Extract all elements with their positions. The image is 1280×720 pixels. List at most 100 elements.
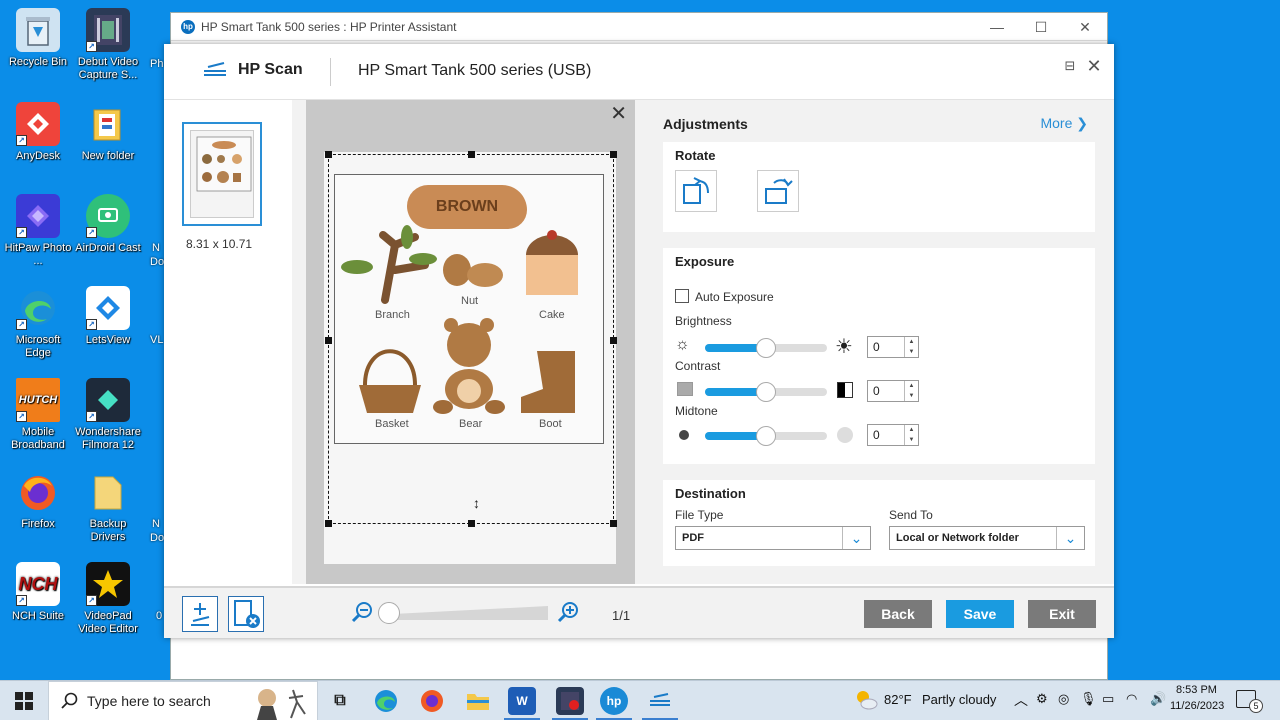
volume-icon[interactable]: 🔊: [1150, 691, 1166, 707]
desktop-icon-letsview[interactable]: ↗ LetsView: [72, 286, 144, 347]
task-view-icon[interactable]: ⧉: [326, 687, 354, 715]
spin-arrows-icon[interactable]: ▲ ▼: [904, 337, 918, 357]
close-preview-icon[interactable]: ✕: [610, 104, 627, 124]
crop-handle[interactable]: [325, 337, 332, 344]
spin-arrows-icon[interactable]: ▲ ▼: [904, 425, 918, 445]
battery-icon[interactable]: ▭: [1102, 691, 1114, 707]
back-button[interactable]: Back: [864, 600, 932, 628]
midtone-slider[interactable]: [705, 426, 827, 446]
taskbar-hp-icon[interactable]: hp: [600, 687, 628, 715]
zoom-out-icon[interactable]: [350, 600, 374, 624]
anydesk-icon: ↗: [16, 102, 60, 146]
taskbar-search[interactable]: Type here to search: [48, 681, 318, 720]
crop-handle[interactable]: [325, 151, 332, 158]
crop-handle[interactable]: [325, 520, 332, 527]
desktop-icon-recycle-bin[interactable]: Recycle Bin: [2, 8, 74, 69]
weather-icon[interactable]: [854, 689, 878, 714]
crop-handle[interactable]: [468, 151, 475, 158]
taskbar-edge-icon[interactable]: [372, 687, 400, 715]
spin-arrows-icon[interactable]: ▲ ▼: [904, 381, 918, 401]
crop-handle[interactable]: [610, 337, 617, 344]
minimize-icon[interactable]: ⊟: [1060, 56, 1080, 76]
brightness-slider[interactable]: [705, 338, 827, 358]
contrast-slider-knob[interactable]: [756, 382, 776, 402]
desktop-icon-nch-suite[interactable]: NCH ↗ NCH Suite: [2, 562, 74, 623]
exposure-panel: Exposure Auto Exposure Brightness ☼ ☀ 0 …: [663, 248, 1095, 464]
brightness-low-icon: ☼: [675, 336, 690, 353]
delete-page-button[interactable]: [228, 596, 264, 632]
desktop-icon-mobile-broadband[interactable]: HUTCH ↗ Mobile Broadband: [2, 378, 74, 452]
desktop-icon-airdroid[interactable]: ↗ AirDroid Cast: [72, 194, 144, 255]
crop-handle[interactable]: [610, 151, 617, 158]
midtone-spinbox[interactable]: 0 ▲ ▼: [867, 424, 919, 446]
page-thumbnail[interactable]: [182, 122, 262, 226]
chevron-right-icon: ❯: [1076, 115, 1088, 131]
taskbar-firefox-icon[interactable]: [418, 687, 446, 715]
weather-description[interactable]: Partly cloudy: [922, 692, 996, 707]
wifi-icon[interactable]: ◠: [1126, 691, 1137, 707]
send-to-dropdown[interactable]: Local or Network folder ⌄: [889, 526, 1085, 550]
taskbar-file-explorer-icon[interactable]: [464, 687, 492, 715]
save-button[interactable]: Save: [946, 600, 1014, 628]
contrast-spinbox[interactable]: 0 ▲ ▼: [867, 380, 919, 402]
taskbar-hp-scan-icon[interactable]: [646, 687, 674, 715]
microphone-icon[interactable]: 🎙: [1080, 691, 1097, 707]
adjustments-title: Adjustments: [663, 116, 748, 132]
file-type-value: PDF: [682, 532, 704, 544]
rotate-right-button[interactable]: [757, 170, 799, 212]
rotate-title: Rotate: [675, 148, 716, 163]
more-link[interactable]: More ❯: [1040, 115, 1088, 132]
network-device-icon[interactable]: ⚙: [1036, 691, 1048, 707]
desktop-icon-anydesk[interactable]: ↗ AnyDesk: [2, 102, 74, 163]
taskbar-word-icon[interactable]: W: [508, 687, 536, 715]
clock-time[interactable]: 8:53 PM: [1176, 684, 1217, 696]
chevron-up-icon[interactable]: ︿: [1014, 690, 1028, 710]
exit-button[interactable]: Exit: [1028, 600, 1096, 628]
start-button[interactable]: [0, 681, 48, 720]
desktop-icon-hitpaw[interactable]: ↗ HitPaw Photo ...: [2, 194, 74, 268]
zoom-slider-knob[interactable]: [378, 602, 400, 624]
desktop-icon-label: Debut Video Capture S...: [77, 56, 139, 81]
webcam-icon[interactable]: ◎: [1058, 691, 1069, 707]
thumbnail-size: 8.31 x 10.71: [186, 237, 253, 251]
windows-logo-icon: [15, 692, 33, 710]
desktop-icon-videopad[interactable]: ↗ VideoPad Video Editor: [72, 562, 144, 636]
clock-date[interactable]: 11/26/2023: [1170, 700, 1224, 712]
crop-handle[interactable]: [468, 520, 475, 527]
taskbar-debut-icon[interactable]: [556, 687, 584, 715]
rotate-left-button[interactable]: [675, 170, 717, 212]
weather-temperature[interactable]: 82°F: [884, 692, 912, 707]
close-icon[interactable]: ✕: [1084, 56, 1104, 76]
rotate-right-icon: [765, 178, 793, 204]
filmora-icon: ↗: [86, 378, 130, 422]
crop-handle[interactable]: [610, 520, 617, 527]
search-placeholder: Type here to search: [87, 693, 211, 709]
desktop-icon-edge[interactable]: ↗ Microsoft Edge: [2, 286, 74, 360]
midtone-slider-knob[interactable]: [756, 426, 776, 446]
desktop-icon-firefox[interactable]: Firefox: [2, 470, 74, 531]
desktop-icon-debut[interactable]: ↗ Debut Video Capture S...: [72, 8, 144, 82]
add-page-button[interactable]: [182, 596, 218, 632]
zoom-in-icon[interactable]: [556, 600, 580, 624]
desktop-icon-label: LetsView: [85, 334, 131, 346]
auto-exposure-checkbox[interactable]: [675, 289, 689, 303]
file-type-dropdown[interactable]: PDF ⌄: [675, 526, 871, 550]
crop-frame[interactable]: ↕: [325, 151, 617, 527]
scan-bottom-bar: 1/1 Back Save Exit: [164, 586, 1114, 638]
maximize-button[interactable]: ☐: [1019, 13, 1063, 41]
zoom-slider[interactable]: [386, 606, 548, 620]
desktop-icon-new-folder[interactable]: New folder: [72, 102, 144, 163]
desktop-icon-backup-drivers[interactable]: Backup Drivers: [72, 470, 144, 544]
desktop-icon-filmora[interactable]: ↗ Wondershare Filmora 12: [72, 378, 144, 452]
letsview-icon: ↗: [86, 286, 130, 330]
contrast-slider[interactable]: [705, 382, 827, 402]
brightness-slider-knob[interactable]: [756, 338, 776, 358]
desktop-icon-label: Recycle Bin: [8, 56, 68, 68]
notification-center-icon[interactable]: 5: [1236, 690, 1263, 713]
minimize-button[interactable]: —: [975, 13, 1019, 41]
contrast-low-icon: [677, 382, 693, 396]
page-count: 1/1: [612, 608, 631, 623]
chevron-down-icon: ⌄: [842, 527, 870, 549]
close-button[interactable]: ✕: [1063, 13, 1107, 41]
brightness-spinbox[interactable]: 0 ▲ ▼: [867, 336, 919, 358]
